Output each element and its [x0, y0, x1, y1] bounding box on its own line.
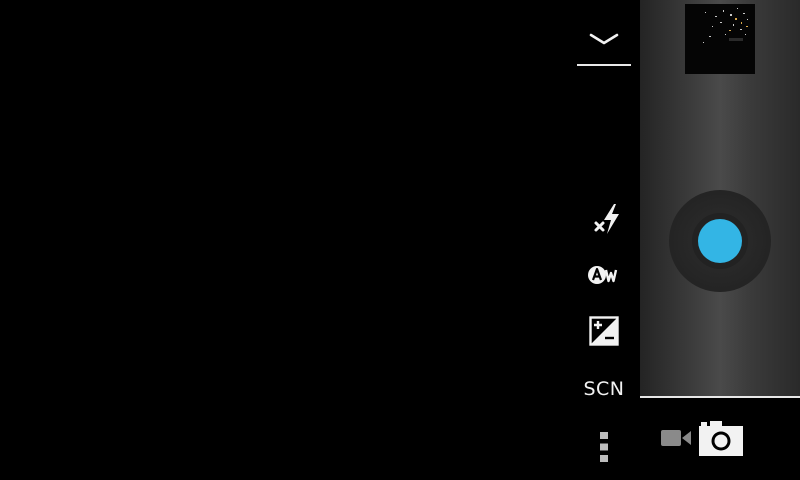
scene-mode-button[interactable]: SCN — [574, 366, 634, 412]
exposure-compensation-icon — [589, 316, 619, 346]
thumbnail-image — [685, 4, 755, 74]
camera-viewfinder[interactable] — [0, 0, 640, 480]
photo-camera-icon — [699, 421, 743, 456]
shutter-panel — [640, 0, 800, 480]
shutter-button[interactable] — [669, 190, 771, 292]
video-camera-icon — [661, 430, 691, 446]
flash-off-icon — [594, 204, 619, 234]
shutter-ring — [692, 213, 748, 269]
white-balance-button[interactable] — [574, 252, 634, 298]
overflow-menu-button[interactable] — [574, 424, 634, 470]
collapse-underline — [577, 64, 631, 66]
photo-mode-button[interactable] — [694, 416, 746, 460]
chevron-down-icon — [589, 33, 619, 45]
white-balance-auto-icon — [588, 266, 618, 284]
exposure-button[interactable] — [574, 308, 634, 354]
collapse-settings-button[interactable] — [577, 14, 631, 64]
last-photo-thumbnail[interactable] — [685, 4, 755, 74]
video-mode-button[interactable] — [658, 422, 694, 454]
flash-button[interactable] — [574, 196, 634, 242]
shutter-inner-dot — [698, 219, 742, 263]
settings-strip: SCN — [574, 0, 634, 480]
scene-mode-label: SCN — [583, 378, 625, 400]
mode-switcher — [640, 398, 800, 480]
more-vertical-icon — [600, 432, 608, 462]
